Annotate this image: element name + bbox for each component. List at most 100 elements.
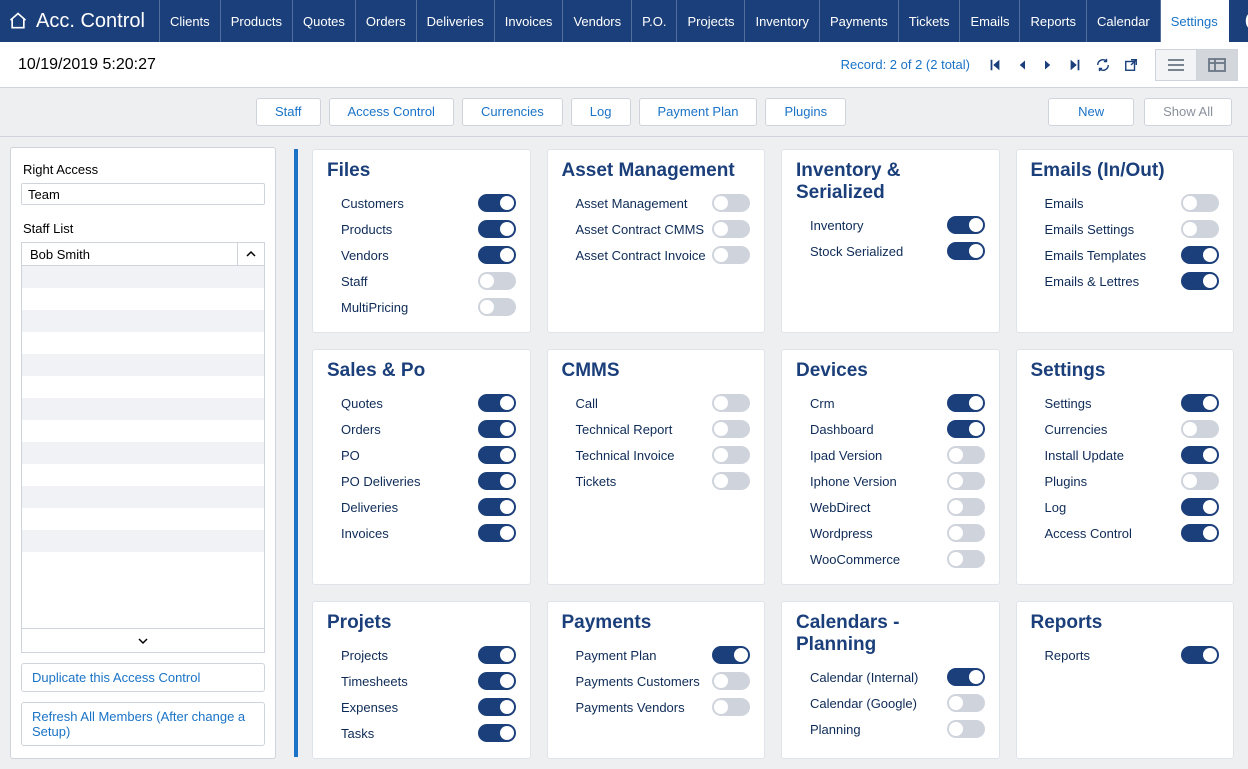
staff-selected-input[interactable] xyxy=(21,242,237,266)
first-record-icon[interactable] xyxy=(988,58,1002,72)
list-item[interactable] xyxy=(22,354,264,376)
list-item[interactable] xyxy=(22,508,264,530)
refresh-icon[interactable] xyxy=(1096,58,1110,72)
nav-item-emails[interactable]: Emails xyxy=(960,0,1020,42)
list-item[interactable] xyxy=(22,310,264,332)
list-item[interactable] xyxy=(22,398,264,420)
nav-item-tickets[interactable]: Tickets xyxy=(899,0,961,42)
last-record-icon[interactable] xyxy=(1068,58,1082,72)
nav-item-inventory[interactable]: Inventory xyxy=(745,0,819,42)
permission-toggle[interactable] xyxy=(478,672,516,690)
toolbar-action-new[interactable]: New xyxy=(1048,98,1134,126)
permission-toggle[interactable] xyxy=(478,698,516,716)
app-title-cell[interactable]: Acc. Control xyxy=(0,0,160,42)
toolbar-tab-staff[interactable]: Staff xyxy=(256,98,321,126)
permission-toggle[interactable] xyxy=(712,646,750,664)
refresh-all-members-button[interactable]: Refresh All Members (After change a Setu… xyxy=(21,702,265,746)
permission-toggle[interactable] xyxy=(712,672,750,690)
nav-item-quotes[interactable]: Quotes xyxy=(293,0,356,42)
nav-item-products[interactable]: Products xyxy=(221,0,293,42)
permission-toggle[interactable] xyxy=(1181,498,1219,516)
duplicate-access-control-button[interactable]: Duplicate this Access Control xyxy=(21,663,265,692)
list-item[interactable] xyxy=(22,464,264,486)
permission-toggle[interactable] xyxy=(712,246,750,264)
right-access-input[interactable] xyxy=(21,183,265,205)
list-item[interactable] xyxy=(22,442,264,464)
permission-toggle[interactable] xyxy=(712,446,750,464)
nav-item-vendors[interactable]: Vendors xyxy=(563,0,632,42)
permission-toggle[interactable] xyxy=(712,394,750,412)
permission-toggle[interactable] xyxy=(947,420,985,438)
permission-toggle[interactable] xyxy=(947,720,985,738)
form-view-icon[interactable] xyxy=(1196,49,1238,81)
nav-item-settings[interactable]: Settings xyxy=(1161,0,1229,42)
permission-toggle[interactable] xyxy=(478,220,516,238)
permission-toggle[interactable] xyxy=(478,724,516,742)
list-item[interactable] xyxy=(22,530,264,552)
popout-icon[interactable] xyxy=(1124,58,1138,72)
list-item[interactable] xyxy=(22,420,264,442)
permission-toggle[interactable] xyxy=(478,246,516,264)
list-item[interactable] xyxy=(22,266,264,288)
nav-item-deliveries[interactable]: Deliveries xyxy=(417,0,495,42)
permission-toggle[interactable] xyxy=(947,498,985,516)
permission-toggle[interactable] xyxy=(478,298,516,316)
permission-toggle[interactable] xyxy=(1181,220,1219,238)
permission-toggle[interactable] xyxy=(947,472,985,490)
chevron-down-icon[interactable] xyxy=(22,628,264,652)
nav-item-projects[interactable]: Projects xyxy=(677,0,745,42)
permission-toggle[interactable] xyxy=(1181,420,1219,438)
permission-toggle[interactable] xyxy=(478,498,516,516)
permission-toggle[interactable] xyxy=(947,668,985,686)
permission-toggle[interactable] xyxy=(478,394,516,412)
permission-toggle[interactable] xyxy=(1181,472,1219,490)
list-view-icon[interactable] xyxy=(1155,49,1197,81)
nav-item-invoices[interactable]: Invoices xyxy=(495,0,564,42)
permission-toggle[interactable] xyxy=(1181,524,1219,542)
permission-toggle[interactable] xyxy=(712,420,750,438)
permission-toggle[interactable] xyxy=(947,524,985,542)
list-item[interactable] xyxy=(22,332,264,354)
prev-record-icon[interactable] xyxy=(1016,58,1028,72)
nav-item-p-o-[interactable]: P.O. xyxy=(632,0,677,42)
permission-toggle[interactable] xyxy=(478,524,516,542)
toolbar-tab-plugins[interactable]: Plugins xyxy=(765,98,846,126)
toolbar-tab-access-control[interactable]: Access Control xyxy=(329,98,454,126)
permission-toggle[interactable] xyxy=(712,194,750,212)
permission-toggle[interactable] xyxy=(478,194,516,212)
permission-toggle[interactable] xyxy=(947,550,985,568)
nav-item-orders[interactable]: Orders xyxy=(356,0,417,42)
chevron-up-icon[interactable] xyxy=(237,242,265,266)
permission-toggle[interactable] xyxy=(712,698,750,716)
nav-item-clients[interactable]: Clients xyxy=(160,0,221,42)
list-item[interactable] xyxy=(22,288,264,310)
nav-item-payments[interactable]: Payments xyxy=(820,0,899,42)
permission-toggle[interactable] xyxy=(947,446,985,464)
permission-toggle[interactable] xyxy=(478,272,516,290)
permission-toggle[interactable] xyxy=(478,472,516,490)
toolbar-tab-log[interactable]: Log xyxy=(571,98,631,126)
permission-toggle[interactable] xyxy=(712,472,750,490)
permission-toggle[interactable] xyxy=(1181,272,1219,290)
permission-toggle[interactable] xyxy=(712,220,750,238)
permission-toggle[interactable] xyxy=(1181,394,1219,412)
staff-list-rows[interactable] xyxy=(22,266,264,628)
permission-toggle[interactable] xyxy=(947,394,985,412)
permission-toggle[interactable] xyxy=(478,446,516,464)
permission-toggle[interactable] xyxy=(947,242,985,260)
permission-toggle[interactable] xyxy=(1181,646,1219,664)
permission-toggle[interactable] xyxy=(1181,194,1219,212)
toolbar-action-show-all[interactable]: Show All xyxy=(1144,98,1232,126)
list-item[interactable] xyxy=(22,376,264,398)
nav-item-reports[interactable]: Reports xyxy=(1020,0,1087,42)
permission-toggle[interactable] xyxy=(1181,446,1219,464)
permission-toggle[interactable] xyxy=(1181,246,1219,264)
toolbar-tab-currencies[interactable]: Currencies xyxy=(462,98,563,126)
permission-toggle[interactable] xyxy=(947,694,985,712)
permission-toggle[interactable] xyxy=(947,216,985,234)
nav-item-calendar[interactable]: Calendar xyxy=(1087,0,1161,42)
permission-toggle[interactable] xyxy=(478,646,516,664)
permission-toggle[interactable] xyxy=(478,420,516,438)
toolbar-tab-payment-plan[interactable]: Payment Plan xyxy=(639,98,758,126)
list-item[interactable] xyxy=(22,486,264,508)
